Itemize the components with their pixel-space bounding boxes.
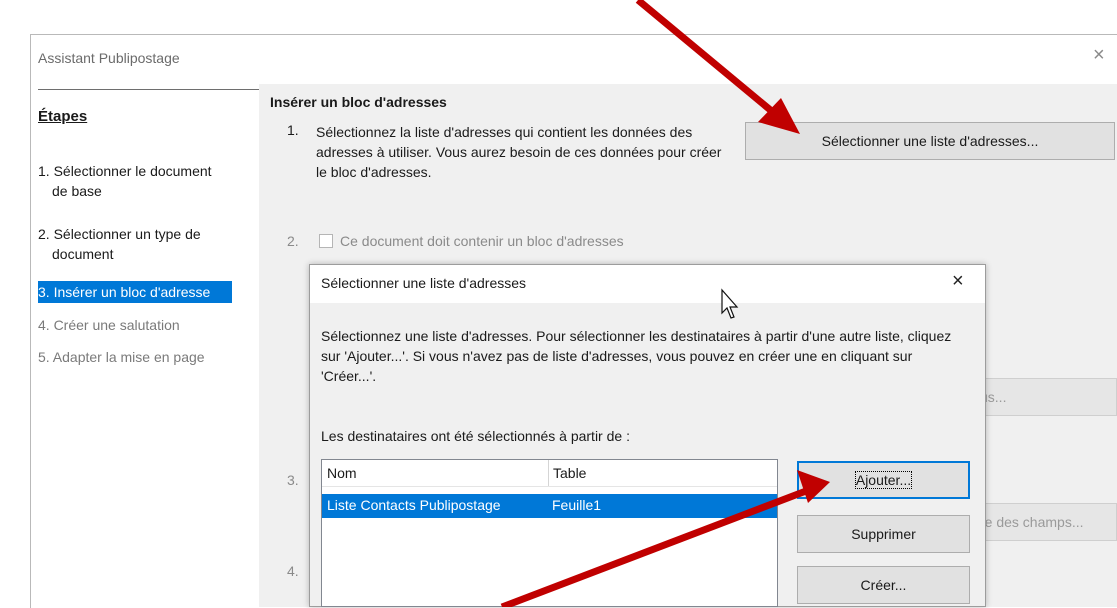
annotation-arrow-bottom <box>500 470 830 607</box>
mouse-cursor-icon <box>721 288 739 319</box>
annotation-layer <box>500 0 830 607</box>
annotation-arrow-top <box>635 0 800 134</box>
